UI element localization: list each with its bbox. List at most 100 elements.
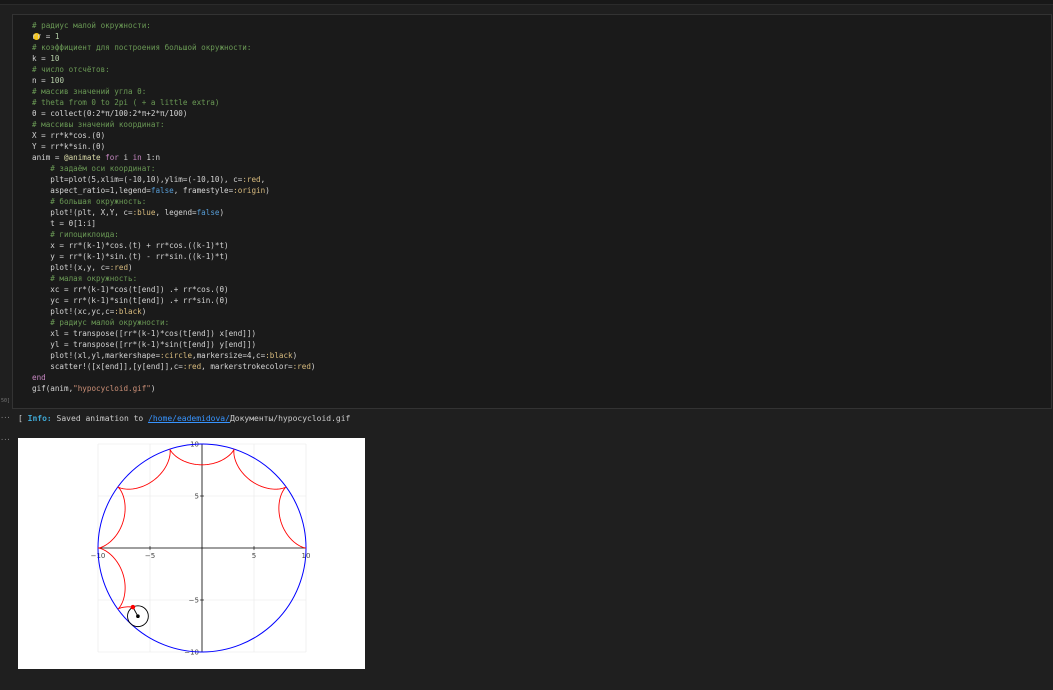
execution-count: 50]	[1, 398, 11, 404]
code-line: # радиус малой окружности:	[32, 20, 315, 31]
code-token: end	[32, 373, 46, 382]
code-token: X = rr*k*cos.(θ)	[32, 131, 106, 140]
code-editor[interactable]: # радиус малой окружности: rr = 1 # коэффи…	[32, 20, 315, 394]
code-token: # большая окружность:	[32, 197, 147, 206]
code-token: xc = rr*(k-1)*cos(t[end]) .+ rr*cos.(θ)	[32, 285, 229, 294]
code-line: end	[32, 372, 315, 383]
code-line: # радиус малой окружности:	[32, 317, 315, 328]
code-line: aspect_ratio=1,legend=false, framestyle=…	[32, 185, 315, 196]
code-line: # число отсчётов:	[32, 64, 315, 75]
code-token: 10	[50, 54, 60, 63]
code-line: yc = rr*(k-1)*sin(t[end]) .+ rr*sin.(θ)	[32, 295, 315, 306]
code-line: xc = rr*(k-1)*cos(t[end]) .+ rr*cos.(θ)	[32, 284, 315, 295]
code-token: )	[219, 208, 225, 217]
code-token: false	[196, 208, 220, 217]
code-line: # малая окружность:	[32, 273, 315, 284]
code-token: , legend=	[155, 208, 197, 217]
code-token: yl = transpose([rr*(k-1)*sin(t[end]) y[e…	[32, 340, 257, 349]
code-token: false	[150, 186, 174, 195]
code-line: X = rr*k*cos.(θ)	[32, 130, 315, 141]
code-token: y = rr*(k-1)*sin.(t) - rr*sin.((k-1)*t)	[32, 252, 229, 261]
code-token: xl = transpose([rr*(k-1)*cos(t[end]) x[e…	[32, 329, 257, 338]
code-token: # theta from 0 to 2pi ( + a little extra…	[32, 98, 220, 107]
code-line: Y = rr*k*sin.(θ)	[32, 141, 315, 152]
code-token: scatter!([x[end]],[y[end]],c=	[32, 362, 183, 371]
code-line: plt=plot(5,xlim=(-10,10),ylim=(-10,10), …	[32, 174, 315, 185]
code-token: aspect_ratio=1,legend=	[32, 186, 151, 195]
code-token: :red	[292, 362, 311, 371]
info-label: Info:	[27, 414, 52, 423]
code-token: , framestyle=	[173, 186, 234, 195]
code-line: # коэффициент для построения большой окр…	[32, 42, 315, 53]
output-message: Saved animation to	[51, 414, 149, 423]
y-tick-label: −5	[189, 597, 199, 605]
code-line: # задаём оси координат:	[32, 163, 315, 174]
code-line: t = θ[1:i]	[32, 218, 315, 229]
code-token: θ = collect(0:2*π/100:2*π+2*π/100)	[32, 109, 188, 118]
code-token: # число отсчётов:	[32, 65, 110, 74]
path-link[interactable]: /home/eademidova/	[148, 414, 230, 423]
code-line: θ = collect(0:2*π/100:2*π+2*π/100)	[32, 108, 315, 119]
code-token: t = θ[1:i]	[32, 219, 97, 228]
code-token: i	[118, 153, 133, 162]
output-info-line: [ Info: Saved animation to /home/eademid…	[18, 414, 350, 423]
code-line: # массивы значений координат:	[32, 119, 315, 130]
code-line: x = rr*(k-1)*cos.(t) + rr*cos.((k-1)*t)	[32, 240, 315, 251]
code-line: y = rr*(k-1)*sin.(t) - rr*sin.((k-1)*t)	[32, 251, 315, 262]
code-token: plot!(plt, X,Y, c=	[32, 208, 133, 217]
radius-marker	[136, 614, 140, 619]
code-token: # массив значений угла θ:	[32, 87, 147, 96]
code-token: )	[265, 186, 270, 195]
code-token: :black	[114, 307, 142, 316]
code-token: # гипоциклоида:	[32, 230, 119, 239]
code-token: )	[150, 384, 156, 393]
code-line: n = 100	[32, 75, 315, 86]
editor-top-bar	[0, 0, 1053, 5]
code-token: in	[132, 153, 142, 162]
code-token: plt=plot(5,xlim=(-10,10),ylim=(-10,10), …	[32, 175, 243, 184]
code-token: gif(anim,	[32, 384, 74, 393]
code-token: :origin	[233, 186, 266, 195]
code-line: # theta from 0 to 2pi ( + a little extra…	[32, 97, 315, 108]
code-token: 1:n	[141, 153, 161, 162]
x-tick-label: −5	[145, 552, 155, 560]
code-token: )	[141, 307, 147, 316]
code-line: # массив значений угла θ:	[32, 86, 315, 97]
code-token: plot!(x,y, c=	[32, 263, 110, 272]
code-line: plot!(xl,yl,markershape=:circle,markersi…	[32, 350, 315, 361]
hypocycloid-chart: −10 −5 5 10105−5−10	[91, 441, 311, 657]
code-token: # массивы значений координат:	[32, 120, 165, 129]
code-line: gif(anim,"hypocycloid.gif")	[32, 383, 315, 394]
code-line: scatter!([x[end]],[y[end]],c=:red, marke…	[32, 361, 315, 372]
code-token: :blue	[132, 208, 156, 217]
code-line: plot!(x,y, c=:red)	[32, 262, 315, 273]
x-tick-label: 5	[252, 552, 256, 560]
code-token: plot!(xl,yl,markershape=	[32, 351, 161, 360]
code-token: ,	[260, 175, 266, 184]
code-token: 1	[54, 32, 60, 41]
code-token: :circle	[160, 351, 193, 360]
code-token: # задаём оси координат:	[32, 164, 156, 173]
code-line: rr = 1	[32, 31, 315, 42]
y-tick-label: 5	[195, 493, 199, 501]
plot-output: −10 −5 5 10 10 5 −5 −10	[18, 438, 365, 669]
output-collapse-icon[interactable]: ···	[0, 436, 11, 444]
output-prefix: [	[18, 414, 28, 423]
code-token: )	[310, 362, 316, 371]
code-token: yc = rr*(k-1)*sin(t[end]) .+ rr*sin.(θ)	[32, 296, 229, 305]
code-token: ,markersize=4,c=	[192, 351, 266, 360]
code-line: plot!(xc,yc,c=:black)	[32, 306, 315, 317]
code-token: # радиус малой окружности:	[32, 318, 170, 327]
code-line: anim = @animate for i in 1:n	[32, 152, 315, 163]
code-token: # коэффициент для построения большой окр…	[32, 43, 252, 52]
output-collapse-icon[interactable]: ···	[0, 414, 11, 422]
code-line: xl = transpose([rr*(k-1)*cos(t[end]) x[e…	[32, 328, 315, 339]
code-token: plot!(xc,yc,c=	[32, 307, 115, 316]
code-token: :red	[182, 362, 202, 371]
tracer-point	[130, 604, 136, 610]
code-token: rr =	[32, 32, 55, 41]
code-token: Y = rr*k*sin.(θ)	[32, 142, 106, 151]
code-token: @animate	[64, 153, 101, 162]
code-token: k =	[32, 54, 51, 63]
code-token: , markerstrokecolor=	[201, 362, 293, 371]
